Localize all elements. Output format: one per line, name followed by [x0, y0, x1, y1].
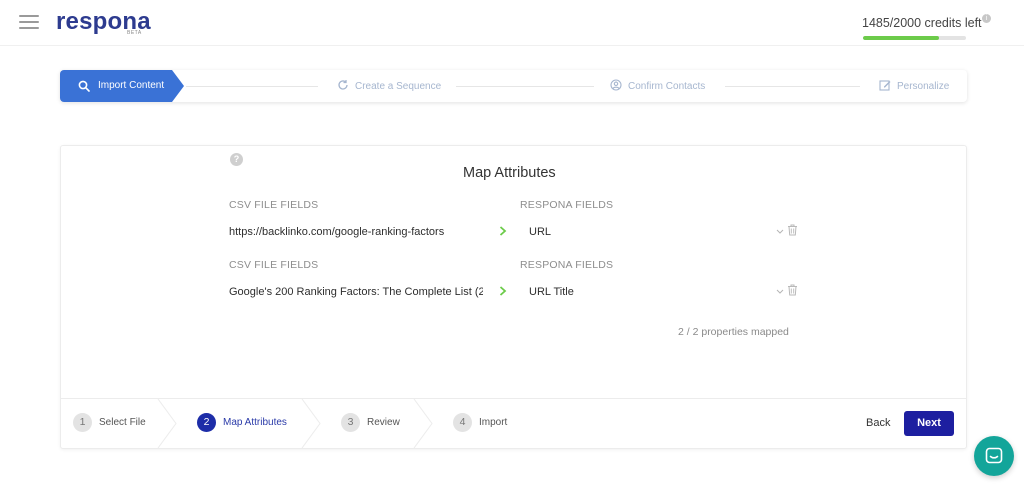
respona-field-label: RESPONA FIELDS	[520, 259, 614, 271]
map-attributes-card	[60, 145, 967, 449]
step-label: Select File	[99, 417, 146, 428]
wizard-step-label: Create a Sequence	[355, 81, 442, 92]
import-step-import[interactable]: 4 Import	[453, 413, 507, 433]
step-label: Import	[479, 417, 508, 428]
step-number: 4	[453, 413, 472, 432]
credits-progress-fill	[863, 36, 940, 40]
credits-text: 1485/2000 credits left	[862, 16, 982, 30]
chevron-right-icon	[499, 286, 507, 296]
refresh-icon	[338, 80, 348, 90]
logo-badge: BETA	[127, 30, 142, 36]
step-number: 1	[73, 413, 92, 432]
chevron-right-icon	[499, 226, 507, 236]
import-step-map-attributes[interactable]: 2 Map Attributes	[197, 413, 287, 433]
credits-progress-bar	[863, 36, 966, 40]
wizard-step-create-sequence[interactable]: Create a Sequence	[337, 79, 441, 92]
edit-icon	[879, 80, 891, 91]
search-icon	[78, 80, 90, 92]
step-number: 3	[341, 413, 360, 432]
mapped-count: 2 / 2 properties mapped	[678, 326, 789, 338]
step-separator	[413, 399, 433, 448]
import-step-review[interactable]: 3 Review	[341, 413, 400, 433]
menu-icon[interactable]	[19, 15, 39, 29]
chevron-down-icon	[776, 229, 784, 234]
wizard-connector	[725, 86, 860, 87]
chat-icon	[985, 447, 1003, 464]
wizard-step-import-content[interactable]: Import Content	[60, 70, 184, 102]
steps-divider	[61, 398, 966, 399]
step-number: 2	[197, 413, 216, 432]
wizard-step-confirm-contacts[interactable]: Confirm Contacts	[610, 79, 705, 92]
top-bar: respona BETA 1485/2000 credits left i	[0, 0, 1024, 46]
user-circle-icon	[610, 79, 622, 91]
wizard-step-personalize[interactable]: Personalize	[879, 79, 949, 92]
csv-field-label: CSV FILE FIELDS	[229, 259, 319, 271]
step-separator	[157, 399, 177, 448]
card-title: Map Attributes	[463, 165, 556, 181]
import-step-select-file[interactable]: 1 Select File	[73, 413, 146, 433]
chevron-down-icon	[776, 289, 784, 294]
respona-field-label: RESPONA FIELDS	[520, 199, 614, 211]
step-separator	[301, 399, 321, 448]
respona-field-select[interactable]: URL Title	[529, 282, 784, 304]
respona-field-value: URL	[529, 226, 552, 238]
wizard-step-label: Import Content	[98, 80, 165, 91]
wizard-step-label: Confirm Contacts	[628, 81, 706, 92]
help-icon[interactable]: ?	[230, 153, 243, 166]
campaign-wizard: Import Content Create a Sequence Confirm…	[60, 70, 967, 102]
step-label: Map Attributes	[223, 417, 287, 428]
respona-field-select[interactable]: URL	[529, 222, 784, 244]
wizard-connector	[186, 86, 318, 87]
wizard-step-label: Personalize	[897, 81, 950, 92]
info-icon[interactable]: i	[982, 14, 991, 23]
back-button[interactable]: Back	[866, 417, 890, 429]
step-label: Review	[367, 417, 400, 428]
trash-icon[interactable]	[787, 284, 798, 296]
chat-button[interactable]	[974, 436, 1014, 476]
trash-icon[interactable]	[787, 224, 798, 236]
csv-field-value: https://backlinko.com/google-ranking-fac…	[229, 226, 445, 238]
respona-field-value: URL Title	[529, 286, 574, 298]
csv-field-value: Google's 200 Ranking Factors: The Comple…	[229, 286, 483, 298]
next-button[interactable]: Next	[904, 411, 954, 436]
wizard-connector	[456, 86, 594, 87]
csv-field-label: CSV FILE FIELDS	[229, 199, 319, 211]
